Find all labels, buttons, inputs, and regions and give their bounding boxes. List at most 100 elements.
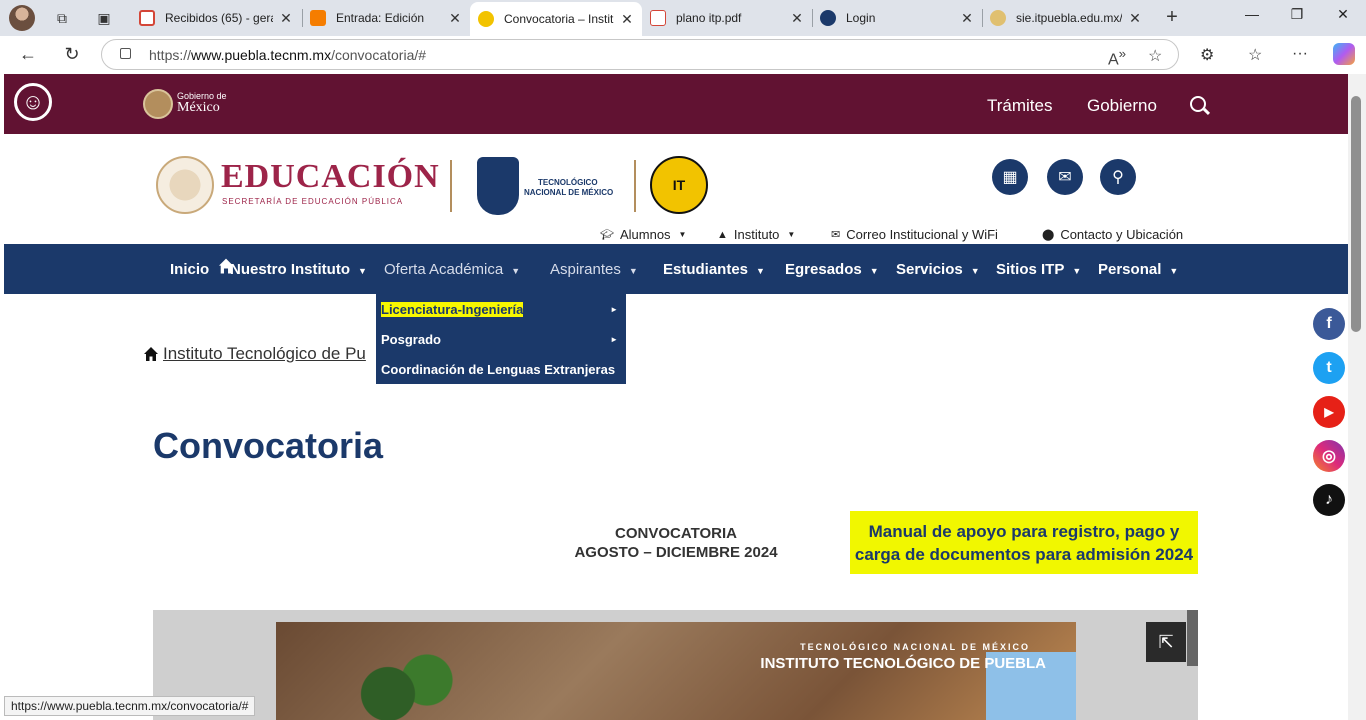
accessibility-icon[interactable]: ☺ [14, 83, 52, 121]
tab-blogger[interactable]: Entrada: Edición ✕ [302, 3, 470, 33]
gob-mexico-emblem-icon[interactable] [143, 89, 173, 119]
tab-actions-icon[interactable]: ▣ [92, 6, 116, 30]
profile-avatar[interactable] [9, 5, 35, 31]
sep-logo-title[interactable]: EDUCACIÓN [221, 158, 440, 196]
tramites-link[interactable]: Trámites [987, 96, 1053, 116]
caret-down-icon: ▼ [756, 266, 765, 276]
close-tab-icon[interactable]: ✕ [279, 10, 293, 27]
sie-favicon-icon [990, 10, 1006, 26]
browser-toolbar: ← ↻ https://www.puebla.tecnm.mx/convocat… [0, 36, 1366, 72]
nav-egresados[interactable]: Egresados ▼ [785, 261, 879, 278]
tecnm-logo-icon[interactable] [477, 157, 519, 215]
nav-nuestro-instituto[interactable]: Nuestro Instituto ▼ [230, 261, 367, 278]
youtube-icon[interactable]: ▶ [1313, 396, 1345, 428]
escudo-nacional-icon [156, 156, 214, 214]
home-icon [144, 347, 158, 361]
building-icon: ▲ [717, 228, 728, 241]
instagram-icon[interactable]: ◎ [1313, 440, 1345, 472]
map-pin-icon: ⬤ [1042, 229, 1055, 241]
more-menu-icon[interactable]: ··· [1292, 45, 1308, 63]
browser-tab-bar: ⧉ ▣ Recibidos (65) - gera ✕ Entrada: Edi… [0, 0, 1366, 36]
main-navigation: Inicio Nuestro Instituto ▼ Oferta Académi… [4, 244, 1348, 294]
nav-aspirantes[interactable]: Aspirantes ▼ [550, 261, 638, 278]
itp-logo-icon[interactable]: IT [650, 156, 708, 214]
breadcrumb: Instituto Tecnológico de Pu [143, 344, 366, 364]
email-button[interactable]: ✉ [1047, 159, 1083, 195]
dropdown-posgrado[interactable]: Posgrado ► [376, 324, 626, 354]
favorite-star-icon[interactable]: ☆ [1148, 46, 1162, 66]
institution-logos: EDUCACIÓN SECRETARÍA DE EDUCACIÓN PÚBLIC… [4, 134, 1348, 244]
copilot-icon[interactable] [1333, 43, 1355, 65]
utility-correo[interactable]: ✉ Correo Institucional y WiFi [831, 227, 998, 242]
caret-down-icon: ▼ [869, 266, 879, 276]
utility-alumnos[interactable]: 🎓︎ Alumnos ▼ [600, 227, 686, 242]
page-title: Convocatoria [153, 425, 384, 466]
viewer-scrollbar[interactable] [1187, 610, 1198, 666]
close-tab-icon[interactable]: ✕ [1128, 10, 1142, 27]
open-external-icon[interactable]: ⇱ [1146, 622, 1186, 662]
tab-pdf[interactable]: plano itp.pdf ✕ [642, 3, 812, 33]
twitter-icon[interactable]: t [1313, 352, 1345, 384]
nav-oferta-academica[interactable]: Oferta Académica ▼ [384, 261, 520, 278]
reload-button[interactable]: ↻ [60, 42, 84, 66]
pdf-icon [650, 10, 666, 26]
nav-personal[interactable]: Personal ▼ [1098, 261, 1178, 278]
caret-right-icon: ► [610, 334, 618, 344]
address-bar[interactable]: https://www.puebla.tecnm.mx/convocatoria… [101, 39, 1179, 70]
minimize-button[interactable]: — [1237, 6, 1267, 22]
close-tab-icon[interactable]: ✕ [960, 10, 974, 27]
lock-icon [120, 48, 131, 59]
site-search-button[interactable]: ⚲ [1100, 159, 1136, 195]
favorites-icon[interactable]: ☆ [1248, 45, 1262, 65]
blogger-icon [310, 10, 326, 26]
graduation-cap-icon: 🎓︎ [600, 229, 614, 241]
convocatoria-poster-image: TECNOLÓGICO NACIONAL DE MÉXICO INSTITUTO… [276, 622, 1076, 720]
itp-favicon-icon [478, 11, 494, 27]
gobierno-link[interactable]: Gobierno [1087, 96, 1157, 116]
tab-gmail[interactable]: Recibidos (65) - gera ✕ [131, 3, 301, 33]
restore-button[interactable]: ❐ [1282, 6, 1312, 23]
convocatoria-heading: CONVOCATORIA AGOSTO – DICIEMBRE 2024 [574, 525, 778, 561]
close-window-button[interactable]: ✕ [1328, 6, 1358, 23]
utility-contacto[interactable]: ⬤ Contacto y Ubicación [1042, 227, 1183, 242]
search-icon[interactable] [1190, 96, 1206, 112]
search-icon: ⚲ [1112, 169, 1124, 186]
caret-down-icon: ▼ [1169, 266, 1179, 276]
tab-sie[interactable]: sie.itpuebla.edu.mx/ ✕ [982, 3, 1150, 33]
sep-logo-subtitle: SECRETARÍA DE EDUCACIÓN PÚBLICA [222, 197, 404, 206]
facebook-icon[interactable]: f [1313, 308, 1345, 340]
nav-servicios[interactable]: Servicios ▼ [896, 261, 980, 278]
tab-login[interactable]: Login ✕ [812, 3, 982, 33]
read-aloud-icon[interactable]: A» [1108, 46, 1126, 69]
back-button[interactable]: ← [16, 42, 40, 66]
document-viewer[interactable]: TECNOLÓGICO NACIONAL DE MÉXICO INSTITUTO… [153, 610, 1198, 720]
page-scrollbar[interactable] [1348, 74, 1366, 720]
caret-down-icon: ▼ [787, 230, 796, 239]
nav-sitios-itp[interactable]: Sitios ITP ▼ [996, 261, 1081, 278]
caret-down-icon: ▼ [678, 230, 687, 239]
nav-inicio[interactable]: Inicio [170, 261, 209, 278]
extensions-icon[interactable]: ⚙ [1200, 45, 1214, 65]
nav-estudiantes[interactable]: Estudiantes ▼ [663, 261, 765, 278]
envelope-icon: ✉ [831, 229, 841, 241]
new-tab-button[interactable]: + [1160, 6, 1184, 29]
gob-mexico-brand[interactable]: Gobierno de México [177, 92, 227, 115]
tab-convocatoria[interactable]: Convocatoria – Instit ✕ [470, 2, 642, 36]
calendar-icon: ▦ [1002, 169, 1018, 186]
caret-down-icon: ▼ [970, 266, 980, 276]
tiktok-icon[interactable]: ♪ [1313, 484, 1345, 516]
calendar-button[interactable]: ▦ [992, 159, 1028, 195]
close-tab-icon[interactable]: ✕ [790, 10, 804, 27]
gmail-icon [139, 10, 155, 26]
caret-down-icon: ▼ [511, 266, 521, 276]
dropdown-licenciatura[interactable]: Licenciatura-Ingeniería ► [376, 294, 626, 324]
breadcrumb-home-link[interactable]: Instituto Tecnológico de Pu [163, 344, 366, 364]
caret-down-icon: ▼ [358, 266, 367, 276]
caret-right-icon: ► [610, 304, 618, 314]
close-tab-icon[interactable]: ✕ [620, 11, 634, 28]
dropdown-lenguas[interactable]: Coordinación de Lenguas Extranjeras [376, 354, 626, 384]
workspaces-icon[interactable]: ⧉ [50, 6, 74, 30]
close-tab-icon[interactable]: ✕ [448, 10, 462, 27]
manual-apoyo-link[interactable]: Manual de apoyo para registro, pago y ca… [850, 511, 1198, 574]
utility-instituto[interactable]: ▲ Instituto ▼ [717, 227, 795, 242]
